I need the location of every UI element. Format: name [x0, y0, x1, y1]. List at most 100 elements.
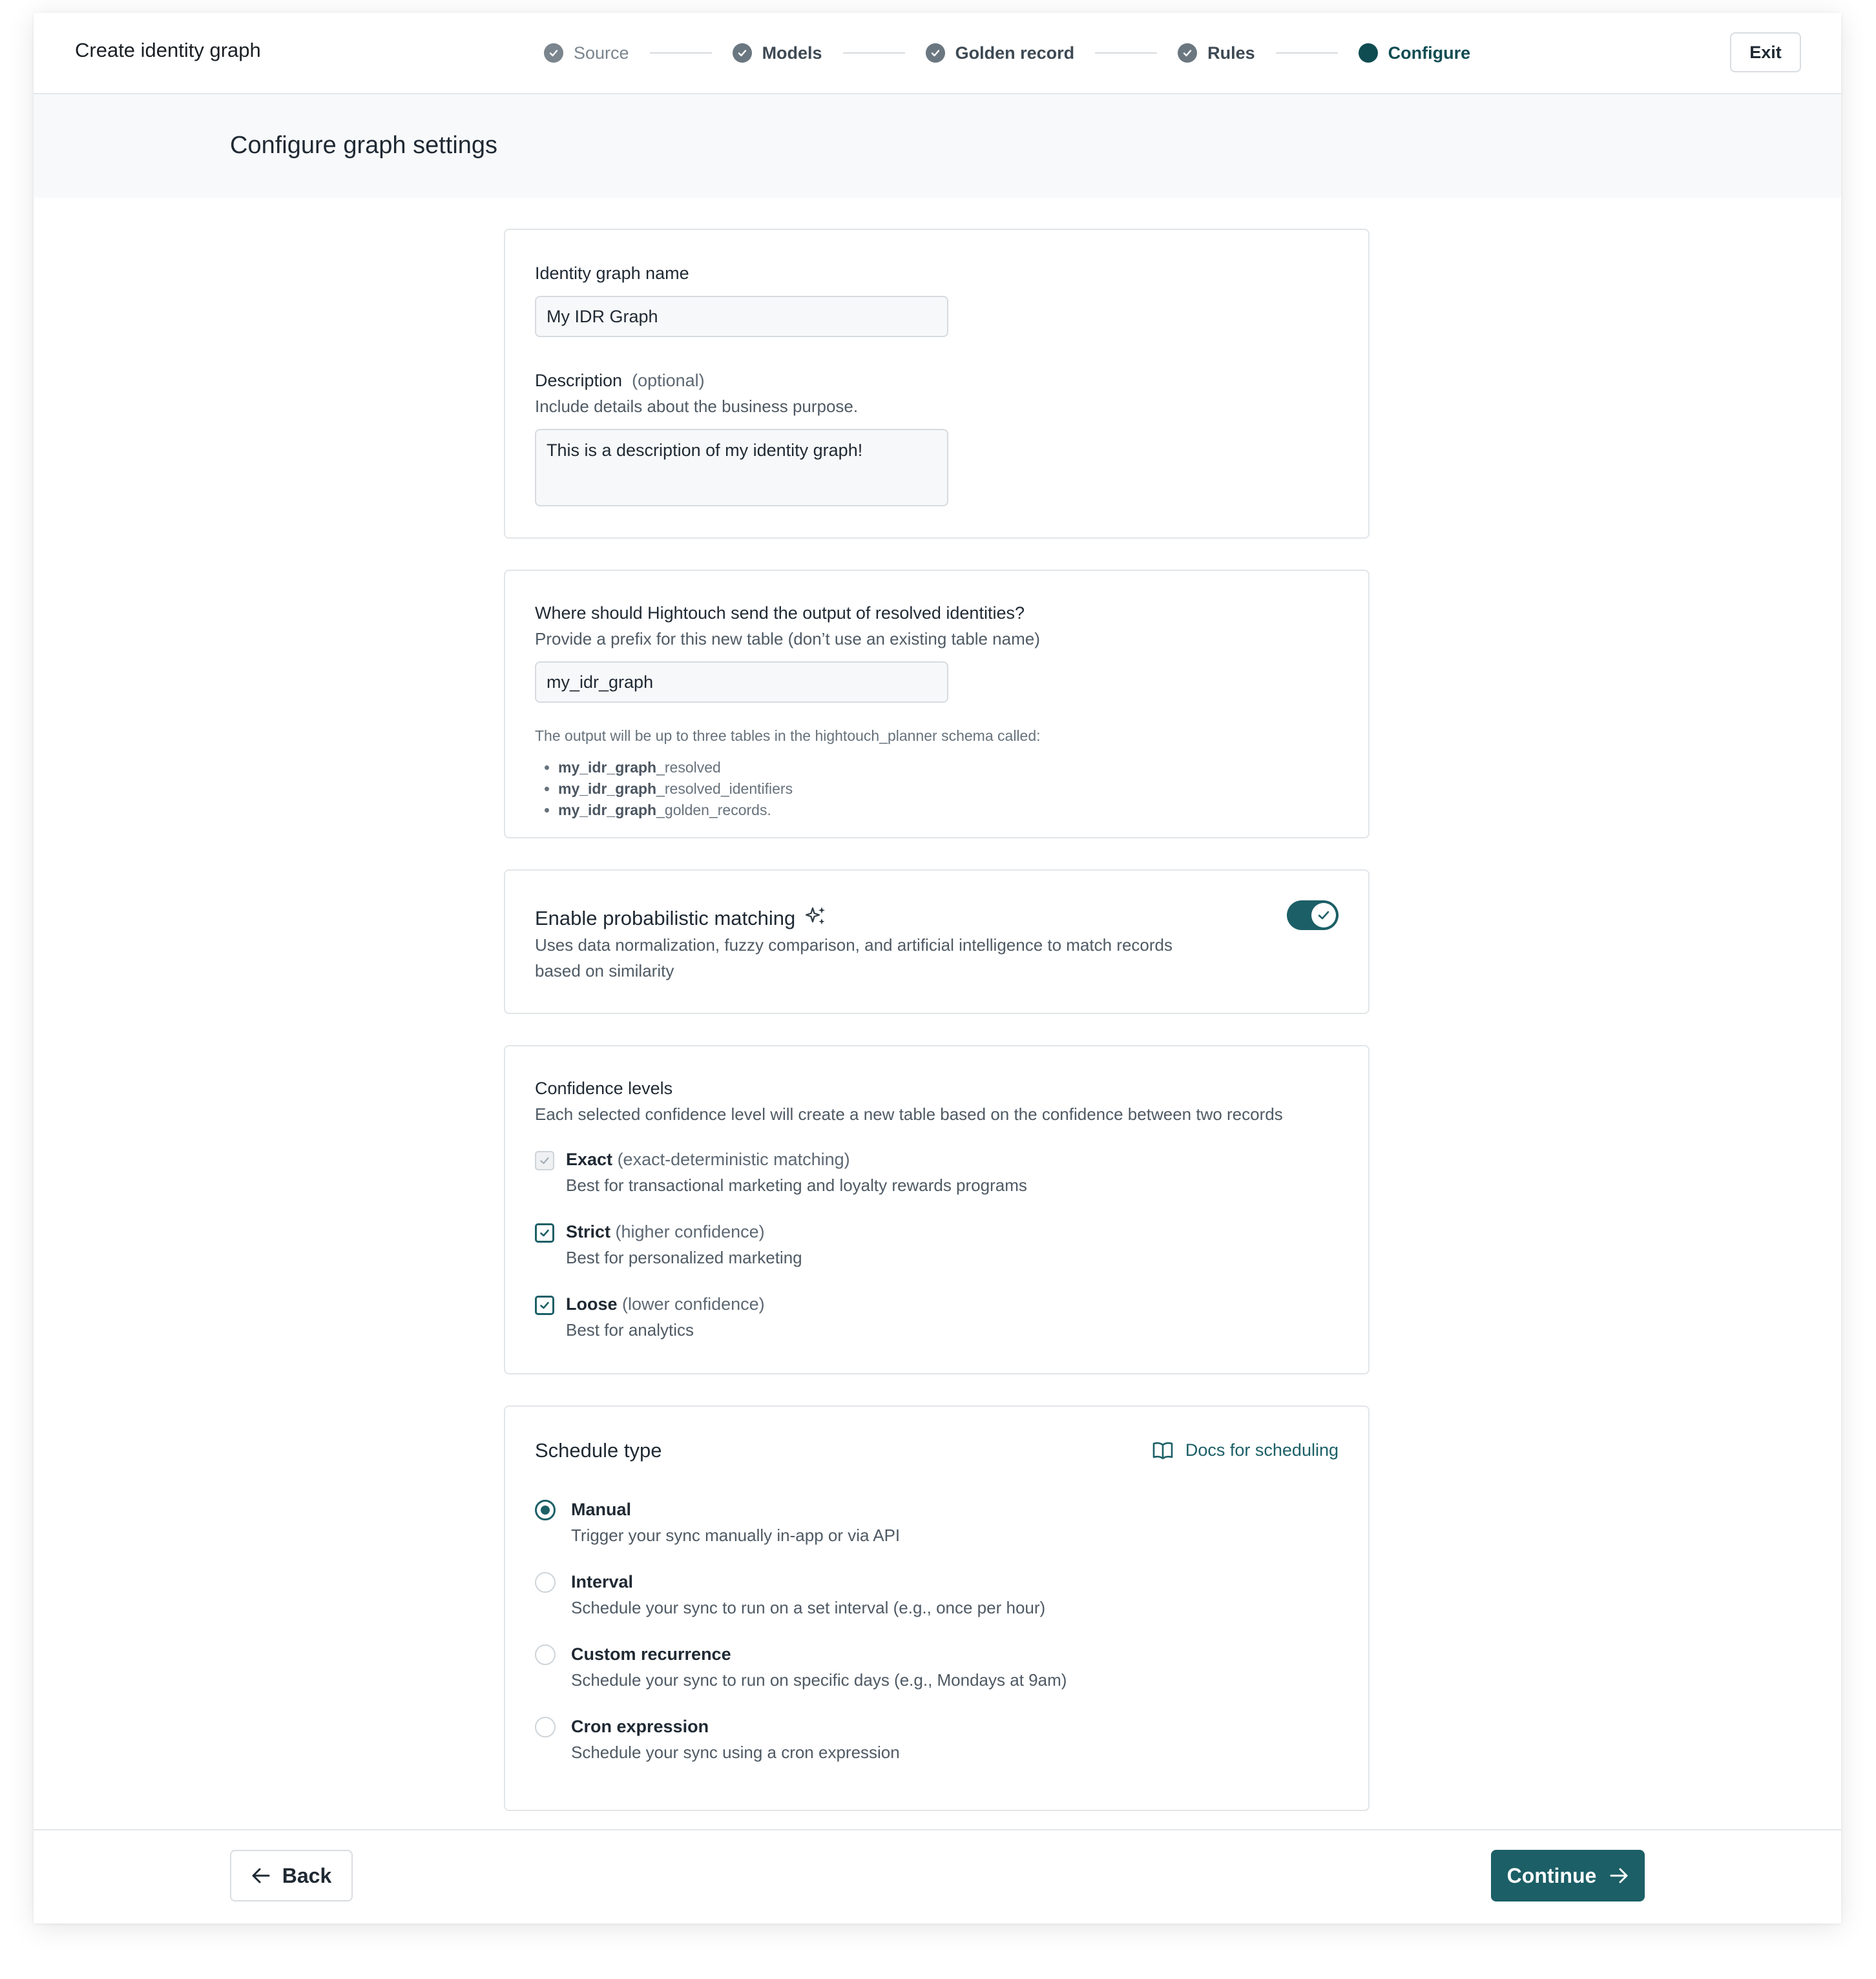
toggle-knob [1311, 903, 1336, 927]
table-prefix: my_idr_graph [558, 780, 657, 797]
option-name: Cron expression [571, 1717, 709, 1736]
option-name: Exact [566, 1150, 613, 1169]
continue-button-label: Continue [1506, 1863, 1597, 1887]
page-header: Configure graph settings [34, 94, 1841, 198]
loose-checkbox[interactable] [535, 1296, 554, 1315]
option-description: Trigger your sync manually in-app or via… [571, 1526, 901, 1545]
active-step-dot-icon [1358, 43, 1378, 63]
schedule-title: Schedule type [535, 1439, 662, 1462]
graph-name-label: Identity graph name [535, 264, 689, 283]
step-label: Configure [1388, 43, 1471, 63]
probabilistic-description-line-1: Uses data normalization, fuzzy compariso… [535, 935, 1173, 955]
option-description: Best for analytics [566, 1320, 694, 1340]
check-icon [540, 1157, 549, 1165]
output-note: The output will be up to three tables in… [535, 727, 1041, 744]
option-title: Strict (higher confidence) [566, 1222, 765, 1242]
step-label: Source [574, 43, 629, 63]
custom-recurrence-radio[interactable] [535, 1644, 556, 1665]
list-item: my_idr_graph_resolved [558, 757, 793, 778]
check-icon [1318, 911, 1329, 920]
strict-checkbox[interactable] [535, 1223, 554, 1243]
step-rules[interactable]: Rules [1178, 43, 1255, 63]
table-suffix: _resolved [656, 759, 721, 776]
table-suffix: _resolved_identifiers [656, 780, 793, 797]
back-button-label: Back [282, 1863, 332, 1887]
description-textarea[interactable]: This is a description of my identity gra… [535, 429, 948, 506]
confidence-title: Confidence levels [535, 1079, 673, 1098]
option-title: Loose (lower confidence) [566, 1294, 765, 1314]
option-name: Strict [566, 1222, 611, 1241]
step-label: Golden record [955, 43, 1075, 63]
list-item: my_idr_graph_golden_records. [558, 800, 793, 821]
description-label: Description (optional) [535, 371, 705, 391]
probabilistic-description-line-2: based on similarity [535, 961, 674, 980]
step-connector [1095, 52, 1158, 54]
description-help: Include details about the business purpo… [535, 397, 859, 416]
book-open-icon [1152, 1442, 1173, 1459]
step-connector [842, 52, 905, 54]
probabilistic-title: Enable probabilistic matching [535, 904, 828, 933]
cron-expression-radio[interactable] [535, 1717, 556, 1737]
check-icon [540, 1301, 549, 1309]
option-description: Best for personalized marketing [566, 1248, 802, 1267]
step-connector [1275, 52, 1338, 54]
description-label-text: Description [535, 371, 623, 390]
probabilistic-toggle[interactable] [1287, 900, 1339, 930]
top-bar: Create identity graph Source Models Gold… [34, 13, 1841, 94]
output-destination-card: Where should Hightouch send the output o… [504, 570, 1370, 838]
arrow-left-icon [252, 1868, 270, 1883]
check-circle-icon [544, 43, 563, 63]
option-name: Custom recurrence [571, 1644, 731, 1664]
back-button[interactable]: Back [230, 1850, 353, 1901]
output-label: Where should Hightouch send the output o… [535, 603, 1025, 623]
option-qualifier: (exact-deterministic matching) [612, 1150, 850, 1169]
option-description: Schedule your sync to run on specific da… [571, 1670, 1067, 1690]
continue-button[interactable]: Continue [1491, 1850, 1645, 1901]
check-icon [540, 1229, 549, 1237]
table-prefix: my_idr_graph [558, 802, 657, 818]
table-prefix: my_idr_graph [558, 759, 657, 776]
app-title: Create identity graph [75, 39, 261, 61]
list-item: my_idr_graph_resolved_identifiers [558, 778, 793, 800]
probabilistic-title-text: Enable probabilistic matching [535, 907, 796, 929]
table-suffix: _golden_records. [656, 802, 771, 818]
page-title: Configure graph settings [230, 132, 498, 159]
confidence-help: Each selected confidence level will crea… [535, 1104, 1283, 1124]
option-name: Loose [566, 1294, 618, 1314]
output-table-list: my_idr_graph_resolved my_idr_graph_resol… [535, 757, 793, 821]
check-circle-icon [732, 43, 752, 63]
step-source[interactable]: Source [544, 43, 629, 63]
graph-name-input[interactable] [535, 296, 948, 337]
arrow-right-icon [1610, 1868, 1628, 1883]
step-label: Rules [1207, 43, 1255, 63]
step-models[interactable]: Models [732, 43, 822, 63]
step-configure[interactable]: Configure [1358, 43, 1471, 63]
exit-button[interactable]: Exit [1730, 32, 1801, 72]
check-circle-icon [925, 43, 945, 63]
option-title: Exact (exact-deterministic matching) [566, 1150, 850, 1170]
graph-details-card: Identity graph name Description (optiona… [504, 229, 1370, 539]
footer-bar: Back Continue [34, 1829, 1841, 1923]
check-circle-icon [1178, 43, 1198, 63]
confidence-levels-card: Confidence levels Each selected confiden… [504, 1045, 1370, 1374]
manual-radio[interactable] [535, 1500, 556, 1520]
output-help: Provide a prefix for this new table (don… [535, 629, 1040, 648]
step-golden-record[interactable]: Golden record [925, 43, 1075, 63]
exact-checkbox[interactable] [535, 1151, 554, 1170]
interval-radio[interactable] [535, 1572, 556, 1593]
option-qualifier: (lower confidence) [617, 1294, 765, 1314]
progress-stepper: Source Models Golden record Rules Config… [544, 37, 1470, 68]
step-connector [649, 52, 712, 54]
probabilistic-matching-card: Enable probabilistic matching Uses data … [504, 869, 1370, 1014]
option-name: Interval [571, 1572, 634, 1591]
step-label: Models [762, 43, 822, 63]
option-description: Schedule your sync using a cron expressi… [571, 1743, 900, 1762]
option-qualifier: (higher confidence) [610, 1222, 765, 1241]
optional-tag: (optional) [632, 371, 705, 390]
table-prefix-input[interactable] [535, 661, 948, 703]
option-description: Schedule your sync to run on a set inter… [571, 1598, 1046, 1617]
docs-link-label: Docs for scheduling [1185, 1440, 1339, 1460]
sparkles-icon [804, 904, 828, 933]
docs-for-scheduling-link[interactable]: Docs for scheduling [1152, 1440, 1339, 1460]
wizard-window: Create identity graph Source Models Gold… [34, 13, 1841, 1923]
